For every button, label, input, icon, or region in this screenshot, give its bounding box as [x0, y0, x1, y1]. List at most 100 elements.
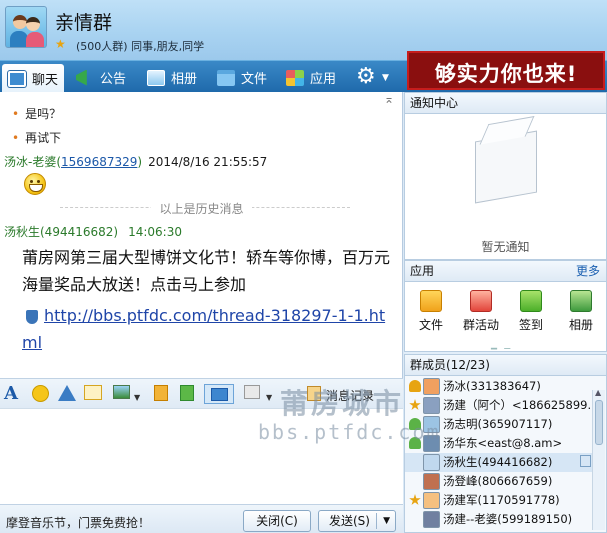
member-name: 汤秋生(494416682) [443, 455, 553, 469]
emoji-icon[interactable] [32, 385, 49, 402]
member-name: 汤志明(365907117) [443, 417, 553, 431]
members-header: 群成员(12/23) [404, 354, 607, 376]
app-checkin[interactable]: 签到 [511, 290, 551, 333]
tab-notice-label: 公告 [100, 72, 127, 87]
edit-icon[interactable] [580, 455, 591, 467]
member-avatar[interactable] [423, 454, 440, 471]
chat-line: 再试下 [12, 129, 61, 146]
member-avatar[interactable] [423, 397, 440, 414]
member-row[interactable]: 汤秋生(494416682) [405, 453, 595, 472]
member-row[interactable]: 汤建--老婆(599189150) [405, 510, 595, 529]
ad-banner[interactable]: 够实力你也来! [407, 51, 605, 90]
app-activity-label: 群活动 [462, 318, 499, 332]
member-row[interactable]: 汤冰(331383647) [405, 377, 595, 396]
member-name: 汤华东<east@8.am> [443, 436, 563, 450]
history-divider: 以上是历史消息 [0, 200, 402, 217]
sender-name[interactable]: 汤冰-老婆 [4, 155, 56, 169]
member-row[interactable]: 汤华东<east@8.am> [405, 434, 595, 453]
member-name: 汤建（阿个）<186625899... [443, 398, 595, 412]
member-row[interactable]: 汤建军(1170591778) [405, 491, 595, 510]
tab-chat-label: 聊天 [32, 73, 59, 88]
apps-title: 应用 [410, 264, 435, 278]
send-button[interactable]: 发送(S) ▼ [318, 510, 396, 532]
collapse-icon[interactable]: ⌅ [384, 92, 394, 106]
message-header: 汤秋生(494416682) 14:06:30 [4, 223, 182, 240]
message-input[interactable] [0, 408, 403, 504]
scroll-thumb[interactable] [595, 400, 603, 445]
more-link[interactable]: 更多 [576, 261, 600, 281]
tab-notice[interactable]: 公告 [70, 64, 132, 91]
sender-qq-link[interactable]: 1569687329 [61, 155, 137, 169]
member-avatar[interactable] [423, 416, 440, 433]
gear-icon[interactable]: ⚙ [356, 66, 378, 88]
tab-file[interactable]: 文件 [211, 64, 273, 91]
chat-icon [8, 70, 26, 87]
app-file-label: 文件 [418, 318, 443, 332]
music-icon[interactable] [180, 385, 194, 401]
folder-icon [217, 69, 235, 86]
record-icon[interactable] [244, 385, 260, 399]
star-icon: ★ [55, 37, 66, 51]
members-title: 群成员(12/23) [410, 358, 490, 372]
image-icon[interactable] [113, 385, 130, 399]
divider [376, 513, 377, 529]
ad-text-link[interactable]: 摩登音乐节，门票免费抢！ [6, 514, 150, 531]
member-avatar[interactable] [423, 473, 440, 490]
member-avatar[interactable] [423, 492, 440, 509]
tab-apps[interactable]: 应用 [280, 64, 342, 91]
doodle-icon[interactable] [154, 385, 168, 401]
message-link[interactable]: http://bbs.ptfdc.com/thread-318297-1-1.h… [22, 302, 392, 356]
album-icon [147, 69, 165, 86]
bottom-bar: 摩登音乐节，门票免费抢！ 关闭(C) 发送(S) ▼ [0, 504, 403, 533]
album-icon [570, 290, 592, 312]
member-row[interactable]: 汤登峰(806667659) [405, 472, 595, 491]
chat-line: 是吗？ [12, 105, 61, 122]
sender-name[interactable]: 汤秋生(494416682) [4, 225, 118, 239]
input-toolbar: A ▼ ▼ 消息记录 [0, 378, 403, 408]
history-icon[interactable] [307, 386, 321, 401]
notice-center-title: 通知中心 [410, 96, 459, 110]
member-list[interactable]: 汤冰(331383647) 汤建（阿个）<186625899... 汤志明(3659… [404, 376, 607, 533]
chevron-down-icon[interactable]: ▼ [383, 511, 390, 531]
notice-center-header: 通知中心 [404, 92, 607, 114]
scroll-up-icon[interactable]: ▲ [595, 388, 601, 397]
close-button[interactable]: 关闭(C) [243, 510, 311, 532]
font-icon[interactable]: A [4, 385, 18, 403]
admin-role-icon [409, 399, 421, 410]
member-role-icon [409, 437, 421, 449]
member-row[interactable]: 汤志明(365907117) [405, 415, 595, 434]
apps-body: 文件 群活动 签到 相册 ━ ─ [404, 282, 607, 355]
send-button-label: 发送(S) [329, 514, 370, 528]
shake-window-icon[interactable] [58, 385, 76, 401]
member-avatar[interactable] [423, 378, 440, 395]
history-button[interactable]: 消息记录 [326, 387, 374, 404]
chevron-down-icon[interactable]: ▼ [266, 389, 272, 407]
chat-history[interactable]: ⌅ 是吗？ 再试下 汤冰-老婆(1569687329)2014/8/16 21:… [0, 92, 403, 378]
member-scrollbar[interactable]: ▲ [592, 388, 605, 530]
tab-chat[interactable]: 聊天 [2, 64, 65, 93]
group-avatar[interactable] [5, 6, 47, 48]
member-name: 汤建军(1170591778) [443, 493, 560, 507]
app-file[interactable]: 文件 [411, 290, 451, 333]
member-avatar[interactable] [423, 511, 440, 528]
chevron-down-icon[interactable]: ▼ [134, 389, 140, 407]
notice-icon [76, 69, 87, 86]
checkin-icon [520, 290, 542, 312]
app-album[interactable]: 相册 [561, 290, 601, 333]
tab-album-label: 相册 [171, 72, 198, 87]
screenshot-icon[interactable] [204, 384, 234, 404]
side-panel: 通知中心 暂无通知 应用 更多 文件 群活动 签到 相册 ━ ─ 群成员(12/… [404, 92, 607, 533]
chevron-down-icon[interactable]: ▼ [382, 73, 389, 83]
empty-box-icon [475, 130, 537, 204]
member-avatar[interactable] [423, 435, 440, 452]
ad-banner-text: 够实力你也来! [434, 62, 578, 86]
folder-icon [420, 290, 442, 312]
message-text: 莆房网第三届大型博饼文化节！轿车等你博，百万元海量奖品大放送！点击马上参加 [22, 248, 391, 294]
member-name: 汤冰(331383647) [443, 379, 541, 393]
history-divider-label: 以上是历史消息 [151, 202, 252, 216]
app-activity[interactable]: 群活动 [461, 290, 501, 333]
group-name[interactable]: 亲情群 [55, 8, 112, 35]
member-row[interactable]: 汤建（阿个）<186625899... [405, 396, 595, 415]
tab-album[interactable]: 相册 [141, 64, 203, 91]
note-icon[interactable] [84, 385, 102, 400]
